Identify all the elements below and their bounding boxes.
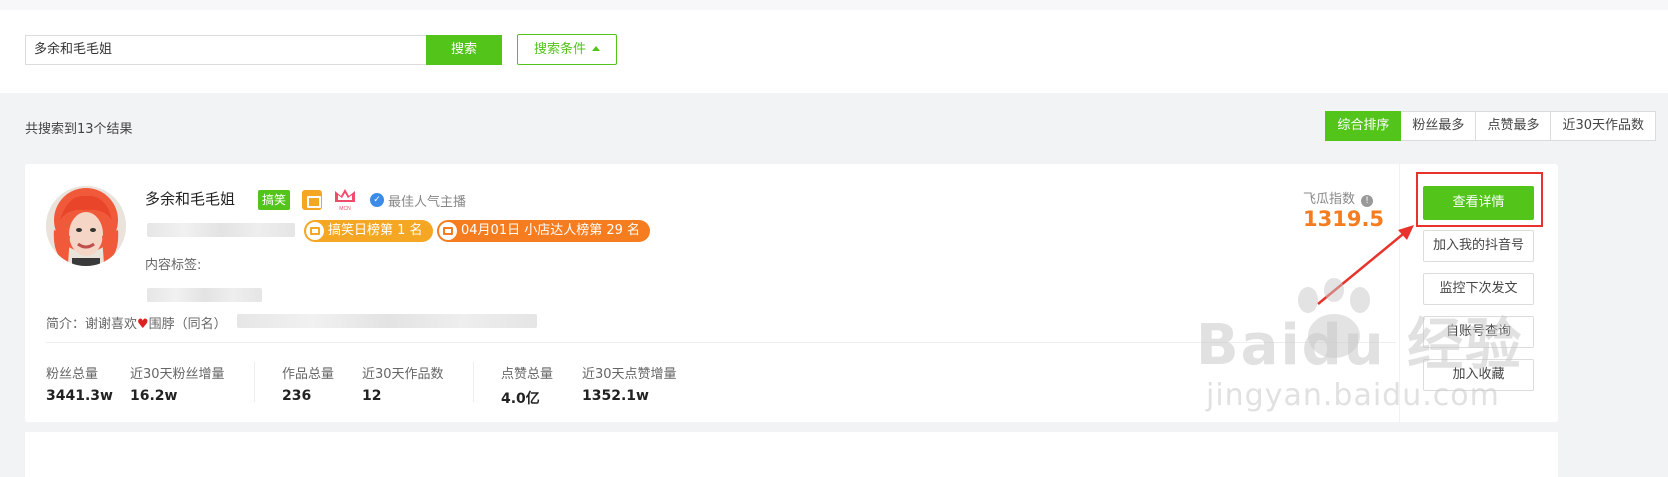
shop-icon <box>302 190 322 210</box>
stat-works-30d: 近30天作品数 12 <box>362 363 444 404</box>
highlight-box <box>1416 172 1543 227</box>
search-button[interactable]: 搜索 <box>426 35 502 65</box>
sort-tab-most-fans[interactable]: 粉丝最多 <box>1401 111 1477 141</box>
search-conditions-button[interactable]: 搜索条件 <box>517 34 617 65</box>
stat-label: 粉丝总量 <box>46 367 99 382</box>
avatar[interactable] <box>46 186 126 266</box>
stat-likes-30d: 近30天点赞增量 1352.1w <box>582 363 677 404</box>
sort-tab-recent-works[interactable]: 近30天作品数 <box>1551 111 1656 141</box>
stat-fans-total: 粉丝总量 3441.3w <box>46 363 113 404</box>
content-tags-label: 内容标签: <box>145 258 202 273</box>
rank-badge-daily[interactable]: 搞笑日榜第 1 名 <box>304 220 433 242</box>
mcn-label: MCN <box>339 206 351 212</box>
sort-tabs: 综合排序 粉丝最多 点赞最多 近30天作品数 <box>1325 111 1656 141</box>
stat-value: 1352.1w <box>582 388 649 404</box>
sort-tab-comprehensive[interactable]: 综合排序 <box>1325 111 1402 141</box>
stat-label: 作品总量 <box>282 367 335 382</box>
verified-check-icon: ✓ <box>370 193 384 207</box>
stat-value: 3441.3w <box>46 388 113 404</box>
rank-badge-shop[interactable]: 04月01日 小店达人榜第 29 名 <box>437 220 651 242</box>
creator-name[interactable]: 多余和毛毛姐 <box>145 188 235 209</box>
intro-prefix: 简介：谢谢喜欢 <box>46 317 138 332</box>
feigua-index-label-text: 飞瓜指数 <box>1303 192 1356 207</box>
blurred-intro <box>237 314 537 328</box>
stat-works-total: 作品总量 236 <box>282 363 334 404</box>
stat-value: 236 <box>282 388 312 404</box>
stat-separator <box>254 362 255 402</box>
watermark-text: Baidu 经验 <box>1196 313 1524 378</box>
heart-icon: ♥ <box>137 317 149 332</box>
shop-icon <box>306 222 324 240</box>
stat-likes-total: 点赞总量 4.0亿 <box>501 363 553 408</box>
verified-label: 最佳人气主播 <box>388 195 467 210</box>
intro-suffix: 围脖（同名） <box>148 317 227 332</box>
info-icon[interactable]: ! <box>1361 195 1374 207</box>
category-tag: 搞笑 <box>258 190 291 210</box>
caret-up-icon <box>592 46 600 51</box>
stat-label: 点赞总量 <box>501 367 554 382</box>
divider <box>46 342 1396 343</box>
shop-icon <box>439 222 457 240</box>
stat-separator <box>473 362 474 402</box>
next-card-edge <box>25 432 1558 477</box>
stat-value: 12 <box>362 388 382 404</box>
stat-label: 近30天作品数 <box>362 367 444 382</box>
search-input[interactable]: 多余和毛毛姐 <box>25 35 426 65</box>
search-bar-area: 多余和毛毛姐 搜索 搜索条件 <box>0 0 1668 93</box>
stat-value: 16.2w <box>130 388 178 404</box>
rank-badge-shop-text: 04月01日 小店达人榜第 29 名 <box>461 223 641 238</box>
stat-label: 近30天点赞增量 <box>582 367 677 382</box>
add-to-my-account-button[interactable]: 加入我的抖音号 <box>1423 230 1534 262</box>
intro-text: 简介：谢谢喜欢♥围脖（同名） <box>46 313 227 332</box>
search-conditions-label: 搜索条件 <box>533 42 586 57</box>
blurred-account-id <box>147 223 295 237</box>
watermark-url: jingyan.baidu.com <box>1206 378 1500 413</box>
stat-fans-30d: 近30天粉丝增量 16.2w <box>130 363 225 404</box>
stat-label: 近30天粉丝增量 <box>130 367 225 382</box>
sort-tab-most-likes[interactable]: 点赞最多 <box>1476 111 1552 141</box>
result-count: 共搜索到13个结果 <box>25 122 133 137</box>
stat-value: 4.0亿 <box>501 391 540 407</box>
mcn-crown-icon: MCN <box>335 189 355 212</box>
rank-badge-daily-text: 搞笑日榜第 1 名 <box>328 223 423 238</box>
feigua-index-label: 飞瓜指数! <box>1303 188 1374 207</box>
blurred-content-tags <box>147 288 262 302</box>
